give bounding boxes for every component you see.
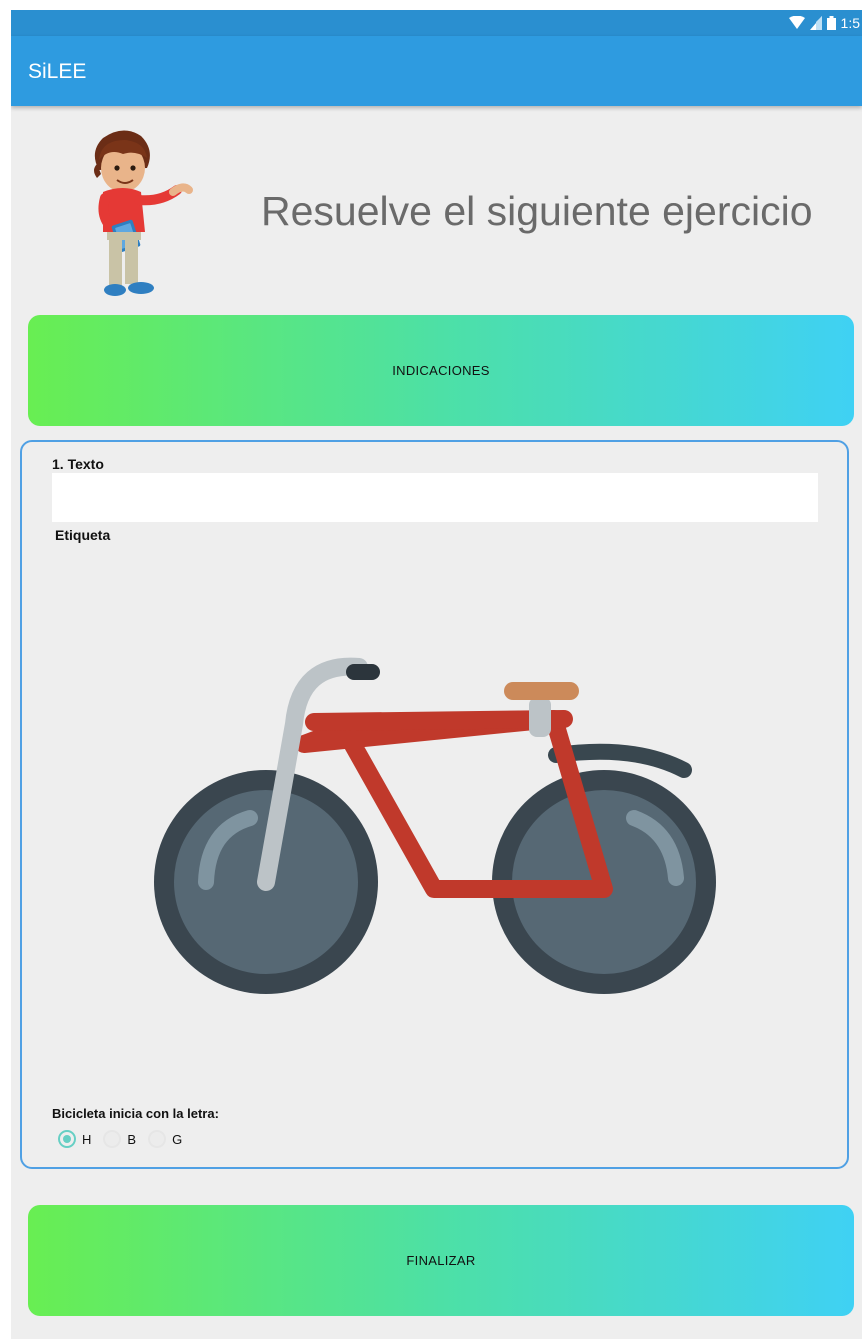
text-input[interactable] [52,473,818,522]
battery-icon [826,16,836,30]
option-b-label: B [127,1131,137,1147]
tag-label: Etiqueta [55,527,111,543]
wifi-icon [788,16,805,29]
question-text: Bicicleta inicia con la letra: [52,1106,219,1121]
app-screen: 1:5 SiLEE Resuelve el siguiente ejercici… [11,10,862,1339]
app-title: SiLEE [28,60,87,83]
signal-icon [809,16,822,30]
app-bar: SiLEE [11,36,862,106]
option-h-label: H [82,1131,92,1147]
status-icons: 1:5 [788,14,860,32]
option-g[interactable]: G [148,1130,194,1148]
letter-options: H B G [58,1130,194,1148]
radio-h[interactable] [58,1130,76,1148]
option-b[interactable]: B [103,1130,148,1148]
exercise-card: 1. Texto Etiqueta Bicicleta inicia con l… [20,440,849,1169]
status-bar: 1:5 [11,10,862,36]
finalizar-button[interactable]: FINALIZAR [28,1205,854,1316]
option-g-label: G [172,1131,183,1147]
status-time: 1:5 [840,15,860,31]
option-h[interactable]: H [58,1130,103,1148]
boy-mascot-illustration [94,130,193,296]
indicaciones-button[interactable]: INDICACIONES [28,315,854,426]
radio-b[interactable] [103,1130,122,1148]
radio-g[interactable] [148,1130,167,1148]
page-heading: Resuelve el siguiente ejercicio [261,188,813,234]
text-field-label: 1. Texto [52,456,104,472]
bicycle-image [154,657,716,994]
